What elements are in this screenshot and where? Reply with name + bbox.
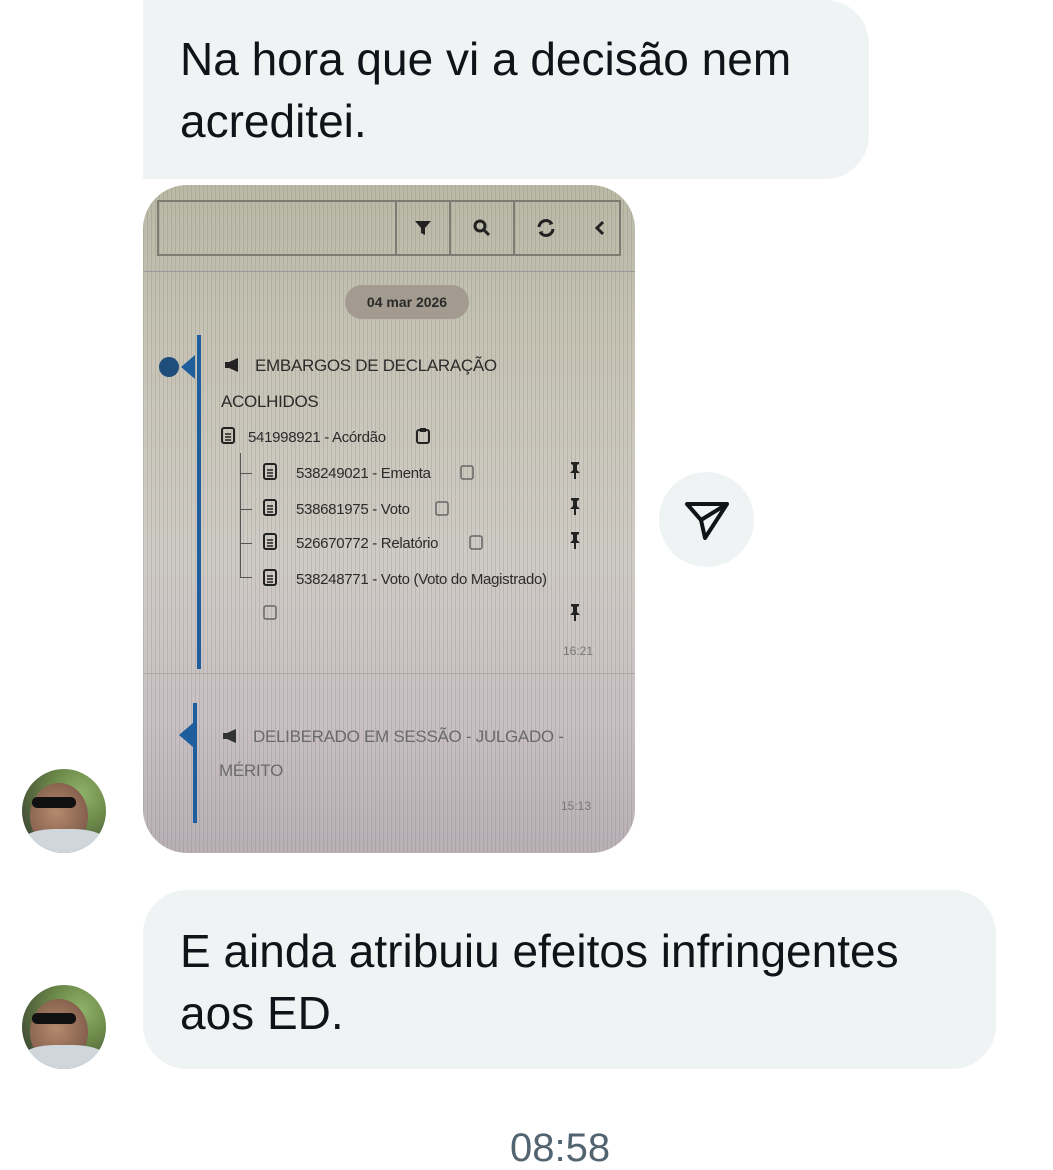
message-timestamp: 08:58 bbox=[510, 1126, 611, 1170]
timeline-marker bbox=[181, 355, 195, 379]
megaphone-icon bbox=[221, 728, 241, 749]
divider bbox=[143, 271, 635, 272]
entry-2-title-line-1: DELIBERADO EM SESSÃO - JULGADO - bbox=[253, 727, 564, 746]
clipboard-icon bbox=[416, 427, 430, 449]
document-icon bbox=[263, 533, 277, 555]
tree-branch bbox=[240, 543, 252, 544]
timeline-line bbox=[193, 703, 197, 823]
message-bubble-2[interactable]: E ainda atribuiu efeitos infringentes ao… bbox=[143, 890, 996, 1069]
clipboard-icon bbox=[263, 603, 277, 625]
clipboard-icon bbox=[460, 463, 474, 485]
pin-icon bbox=[568, 603, 582, 626]
share-button[interactable] bbox=[659, 472, 754, 567]
entry-2-time: 15:13 bbox=[561, 799, 592, 813]
timeline-line bbox=[197, 335, 201, 669]
child-document-3: 526670772 - Relatório bbox=[296, 535, 439, 552]
pin-icon bbox=[568, 461, 582, 484]
document-icon bbox=[263, 499, 277, 521]
document-icon bbox=[221, 427, 235, 449]
child-document-4: 538248771 - Voto (Voto do Magistrado) bbox=[296, 571, 547, 588]
entry-1-title-line-2: ACOLHIDOS bbox=[221, 392, 319, 411]
pin-icon bbox=[568, 531, 582, 554]
avatar[interactable] bbox=[22, 769, 106, 853]
child-document-1: 538249021 - Ementa bbox=[296, 465, 431, 482]
share-icon bbox=[684, 501, 729, 540]
clipboard-icon bbox=[435, 499, 449, 521]
document-icon bbox=[263, 569, 277, 591]
pin-icon bbox=[568, 497, 582, 520]
filter-icon bbox=[395, 202, 449, 254]
timeline-marker bbox=[179, 723, 193, 747]
date-chip: 04 mar 2026 bbox=[345, 285, 469, 319]
message-bubble-1[interactable]: Na hora que vi a decisão nem acreditei. bbox=[143, 0, 869, 179]
search-icon bbox=[449, 202, 513, 254]
photo-toolbar bbox=[157, 200, 621, 256]
tree-branch bbox=[240, 509, 252, 510]
entry-1-title-line-1: EMBARGOS DE DECLARAÇÃO bbox=[255, 356, 497, 375]
message-photo[interactable]: 04 mar 2026 EMBARGOS DE DECLARAÇÃO ACOLH… bbox=[143, 185, 635, 853]
megaphone-icon bbox=[223, 357, 243, 378]
tree-line bbox=[240, 453, 241, 577]
document-icon bbox=[263, 463, 277, 485]
divider bbox=[143, 673, 635, 674]
clipboard-icon bbox=[469, 533, 483, 555]
tree-branch bbox=[240, 473, 252, 474]
tree-branch bbox=[240, 577, 252, 578]
entry-1-time: 16:21 bbox=[563, 644, 594, 658]
refresh-icon bbox=[513, 202, 577, 254]
avatar[interactable] bbox=[22, 985, 106, 1069]
chevron-left-icon bbox=[577, 202, 623, 254]
timeline-dot bbox=[159, 357, 179, 377]
message-text-2: E ainda atribuiu efeitos infringentes ao… bbox=[180, 925, 899, 1039]
message-text-1: Na hora que vi a decisão nem acreditei. bbox=[180, 33, 792, 147]
child-document-2: 538681975 - Voto bbox=[296, 501, 410, 518]
entry-1-main-document: 541998921 - Acórdão bbox=[248, 429, 386, 446]
entry-2-title-line-2: MÉRITO bbox=[219, 761, 284, 780]
